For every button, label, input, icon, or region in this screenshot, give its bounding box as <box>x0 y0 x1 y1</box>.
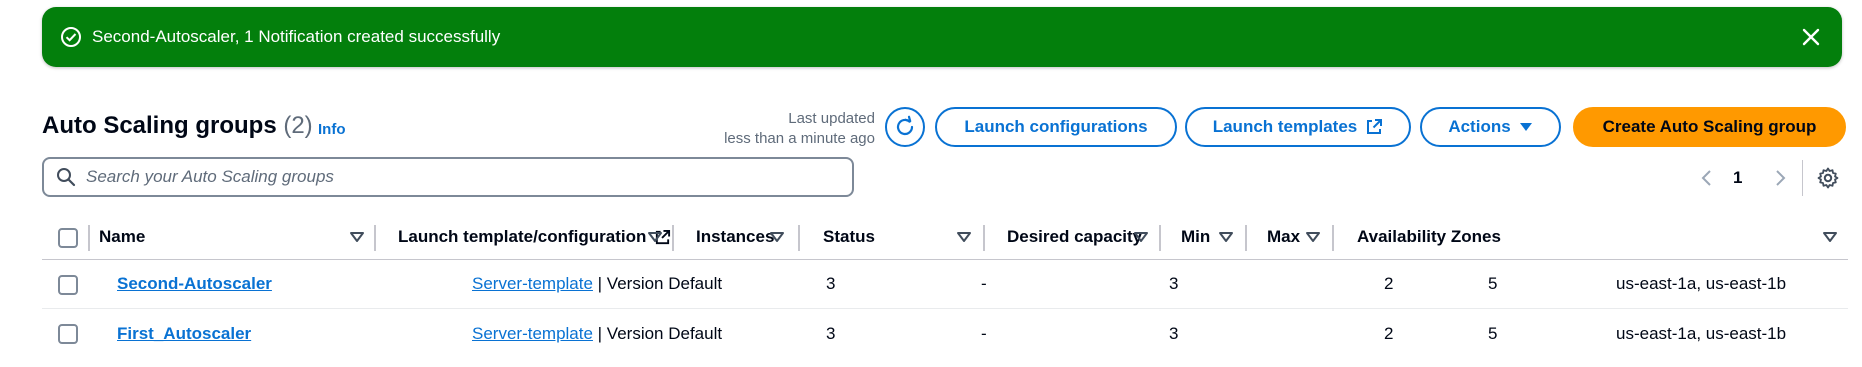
availability-zones-value: us-east-1a, us-east-1b <box>1616 274 1787 293</box>
min-value: 2 <box>1384 323 1394 343</box>
max-value: 5 <box>1488 323 1498 343</box>
actions-dropdown-button[interactable]: Actions <box>1420 107 1561 147</box>
sort-icon[interactable] <box>1304 228 1322 246</box>
launch-template-link[interactable]: Server-template <box>472 324 593 344</box>
table-header-row: Name Launch template/configuration Insta… <box>42 215 1848 260</box>
launch-configurations-label: Launch configurations <box>964 117 1148 136</box>
row-checkbox[interactable] <box>58 275 78 295</box>
status-value: - <box>981 274 987 293</box>
title-text: Auto Scaling groups <box>42 112 277 139</box>
instances-value: 3 <box>826 323 836 343</box>
check-circle-icon <box>60 26 82 48</box>
column-header-instances[interactable]: Instances <box>696 215 774 259</box>
last-updated-value: less than a minute ago <box>724 130 875 147</box>
column-separator <box>1332 225 1334 251</box>
launch-templates-label: Launch templates <box>1212 117 1358 136</box>
group-count: (2) <box>283 112 313 139</box>
column-separator <box>1245 225 1247 251</box>
column-header-name[interactable]: Name <box>99 215 145 259</box>
group-name-link[interactable]: First_Autoscaler <box>117 324 251 344</box>
template-version: | Version Default <box>592 274 723 293</box>
table-row[interactable]: Second-Autoscaler Server-template | Vers… <box>42 260 1848 309</box>
flash-message: Second-Autoscaler, 1 Notification create… <box>92 27 501 46</box>
column-header-min[interactable]: Min <box>1181 215 1210 259</box>
caret-down-icon <box>1519 121 1533 133</box>
refresh-button[interactable] <box>885 107 925 147</box>
availability-zones-value: us-east-1a, us-east-1b <box>1616 323 1787 343</box>
current-page-number[interactable]: 1 <box>1733 166 1742 190</box>
sort-icon[interactable] <box>955 228 973 246</box>
sort-icon[interactable] <box>348 228 366 246</box>
info-link[interactable]: Info <box>318 121 346 138</box>
gear-icon[interactable] <box>1816 166 1840 190</box>
sort-icon[interactable] <box>1821 228 1839 246</box>
table-row[interactable]: First_Autoscaler Server-template | Versi… <box>42 309 1848 358</box>
sort-icon[interactable] <box>1217 228 1235 246</box>
close-icon[interactable] <box>1798 24 1824 50</box>
status-value: - <box>981 323 987 343</box>
next-page-icon[interactable] <box>1773 166 1787 190</box>
desired-capacity-value: 3 <box>1169 323 1179 343</box>
sort-icon[interactable] <box>768 228 786 246</box>
previous-page-icon[interactable] <box>1700 166 1714 190</box>
search-input[interactable]: Search your Auto Scaling groups <box>42 157 854 197</box>
actions-label: Actions <box>1448 117 1511 136</box>
search-placeholder: Search your Auto Scaling groups <box>86 167 334 186</box>
column-header-desired-capacity[interactable]: Desired capacity <box>1007 215 1142 259</box>
create-label: Create Auto Scaling group <box>1602 117 1817 136</box>
column-separator <box>374 225 376 251</box>
column-separator <box>983 225 985 251</box>
search-icon <box>56 167 76 187</box>
success-flash-banner: Second-Autoscaler, 1 Notification create… <box>42 7 1842 67</box>
group-name-link[interactable]: Second-Autoscaler <box>117 274 272 294</box>
create-auto-scaling-group-button[interactable]: Create Auto Scaling group <box>1573 107 1846 147</box>
template-version: | Version Default <box>592 323 723 343</box>
sort-icon[interactable] <box>646 228 664 246</box>
external-link-icon <box>1365 118 1383 136</box>
min-value: 2 <box>1384 274 1394 293</box>
column-separator <box>1159 225 1161 251</box>
last-updated-label: Last updated <box>788 110 875 127</box>
column-separator <box>672 225 674 251</box>
launch-template-header-label: Launch template/configuration <box>398 227 647 246</box>
desired-capacity-value: 3 <box>1169 274 1179 293</box>
sort-icon[interactable] <box>1132 228 1150 246</box>
launch-templates-button[interactable]: Launch templates <box>1185 107 1411 147</box>
column-header-status[interactable]: Status <box>823 215 875 259</box>
page-title: Auto Scaling groups (2) <box>42 112 313 140</box>
instances-value: 3 <box>826 274 836 293</box>
column-header-availability-zones[interactable]: Availability Zones <box>1357 215 1501 259</box>
column-separator <box>88 225 90 251</box>
column-separator <box>798 225 800 251</box>
row-checkbox[interactable] <box>58 324 78 344</box>
launch-configurations-button[interactable]: Launch configurations <box>935 107 1177 147</box>
select-all-checkbox[interactable] <box>58 228 78 248</box>
column-header-launch-template[interactable]: Launch template/configuration <box>398 215 671 259</box>
max-value: 5 <box>1488 274 1498 293</box>
toolbar-divider <box>1802 160 1803 196</box>
column-header-max[interactable]: Max <box>1267 215 1300 259</box>
refresh-icon <box>893 115 917 139</box>
launch-template-link[interactable]: Server-template <box>472 274 593 294</box>
auto-scaling-groups-table: Name Launch template/configuration Insta… <box>42 215 1848 358</box>
last-updated: Last updated less than a minute ago <box>724 109 875 149</box>
